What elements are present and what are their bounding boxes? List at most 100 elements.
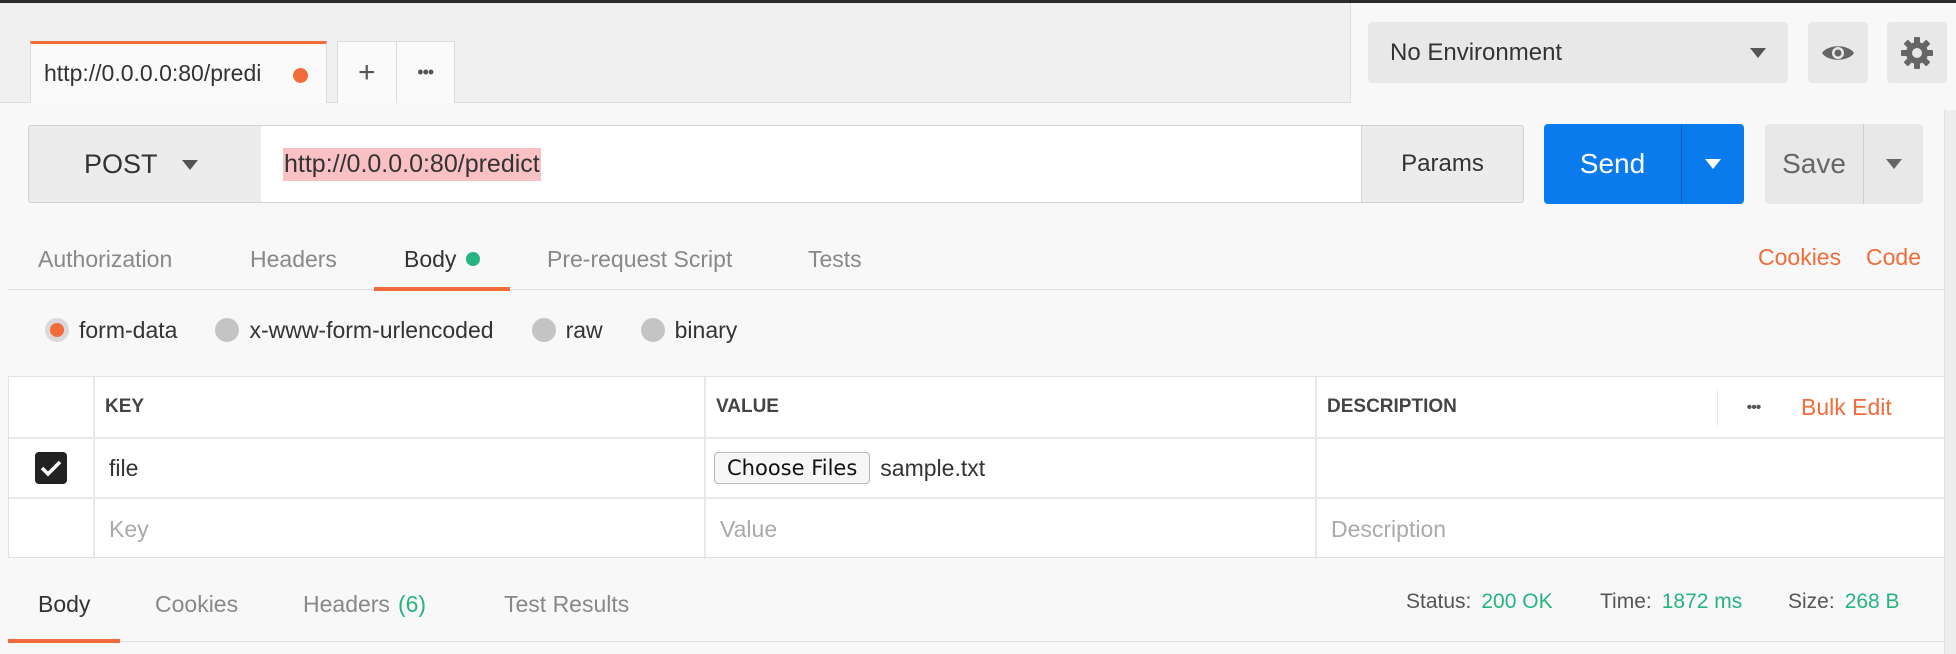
body-mode-radios: form-data x-www-form-urlencoded raw bina…: [45, 310, 775, 350]
bulk-edit-label: Bulk Edit: [1801, 393, 1892, 420]
active-tab-indicator: [8, 639, 121, 643]
size-value: 268 B: [1844, 590, 1900, 613]
tab-pre-request-script[interactable]: Pre-request Script: [547, 228, 732, 290]
row-enabled-checkbox[interactable]: [35, 452, 67, 484]
size-label: Size:: [1788, 590, 1835, 613]
tab-headers[interactable]: Headers: [250, 228, 337, 290]
chevron-down-icon: [1750, 48, 1766, 58]
request-tab-title: http://0.0.0.0:80/predi: [44, 60, 262, 86]
radio-circle: [531, 318, 556, 342]
chevron-down-icon: [182, 160, 198, 170]
send-button[interactable]: Send: [1544, 124, 1682, 204]
send-button-group: Send: [1544, 124, 1744, 204]
tab-label: Test Results: [504, 590, 630, 617]
params-button[interactable]: Params: [1361, 125, 1524, 203]
ellipsis-icon: •••: [1746, 399, 1762, 416]
key-cell[interactable]: file: [93, 439, 704, 497]
new-tab-button[interactable]: +: [338, 42, 397, 103]
row-checkbox-cell: [9, 499, 93, 559]
value-cell: Choose Files sample.txt: [704, 439, 1315, 497]
tab-label: Headers: [303, 590, 390, 617]
radio-circle: [45, 318, 69, 342]
key-input[interactable]: Key: [93, 499, 704, 559]
environment-select[interactable]: No Environment: [1368, 22, 1788, 83]
description-cell[interactable]: [1315, 439, 1947, 497]
row-checkbox-cell: [9, 439, 93, 497]
response-tab-body[interactable]: Body: [8, 566, 121, 643]
tab-body[interactable]: Body: [374, 228, 511, 291]
table-options-button[interactable]: •••: [1717, 390, 1789, 426]
environment-quick-look-button[interactable]: [1808, 22, 1868, 83]
radio-x-www-form-urlencoded[interactable]: x-www-form-urlencoded: [215, 316, 494, 344]
tab-label: Tests: [808, 245, 862, 272]
request-tab[interactable]: http://0.0.0.0:80/predi: [30, 41, 327, 103]
value-input[interactable]: Value: [704, 499, 1315, 559]
key-value: file: [109, 454, 139, 481]
tab-label: Pre-request Script: [547, 245, 733, 272]
response-size: Size: 268 B: [1788, 590, 1900, 614]
description-placeholder: Description: [1331, 515, 1447, 542]
bulk-edit-link[interactable]: Bulk Edit: [1789, 377, 1939, 437]
eye-icon: [1822, 45, 1854, 60]
save-options-button[interactable]: [1864, 124, 1923, 204]
headers-count-badge: (6): [397, 590, 427, 617]
status-label: Status:: [1406, 590, 1472, 613]
radio-binary[interactable]: binary: [640, 317, 737, 344]
tab-label: Headers: [250, 245, 337, 272]
selected-file-name: sample.txt: [880, 454, 986, 481]
tab-label: Body: [404, 245, 457, 272]
request-tabs: Authorization Headers Body Pre-request S…: [8, 228, 1948, 291]
table-header-row: KEY VALUE DESCRIPTION ••• Bulk Edit: [9, 377, 1945, 439]
choose-files-button[interactable]: Choose Files: [714, 452, 871, 484]
body-has-content-dot: [466, 252, 481, 266]
method-label: POST: [84, 148, 158, 179]
response-tab-headers[interactable]: Headers (6): [303, 566, 426, 642]
method-select[interactable]: POST: [28, 125, 262, 203]
checkbox-column-header: [9, 377, 93, 437]
response-status: Status: 200 OK: [1406, 590, 1553, 614]
radio-label: form-data: [79, 316, 178, 343]
key-column-header: KEY: [93, 377, 704, 437]
table-row: file Choose Files sample.txt: [9, 439, 1945, 499]
time-label: Time:: [1600, 590, 1652, 613]
chevron-down-icon: [1885, 159, 1902, 169]
tab-label: Body: [38, 590, 91, 617]
tab-tests[interactable]: Tests: [808, 228, 862, 290]
active-tab-indicator: [374, 287, 511, 291]
manage-environments-button[interactable]: [1887, 22, 1947, 83]
gear-icon: [1901, 36, 1933, 69]
status-value: 200 OK: [1481, 590, 1553, 613]
key-placeholder: Key: [109, 515, 149, 542]
radio-label: raw: [565, 316, 603, 343]
radio-raw[interactable]: raw: [531, 316, 603, 344]
environment-select-label: No Environment: [1390, 38, 1563, 66]
code-link[interactable]: Code: [1866, 244, 1921, 271]
tab-label: Cookies: [155, 590, 239, 617]
plus-icon: +: [357, 55, 376, 89]
url-text: http://0.0.0.0:80/predict: [283, 147, 541, 181]
description-input[interactable]: Description: [1315, 499, 1947, 559]
description-column-header: DESCRIPTION: [1315, 377, 1725, 437]
radio-form-data[interactable]: form-data: [45, 317, 177, 344]
scrollbar[interactable]: [1944, 110, 1956, 654]
send-options-button[interactable]: [1682, 124, 1744, 204]
value-column-header: VALUE: [704, 377, 1315, 437]
tab-label: Authorization: [38, 245, 173, 272]
save-button-group: Save: [1765, 124, 1923, 204]
response-tab-cookies[interactable]: Cookies: [155, 566, 238, 642]
response-time: Time: 1872 ms: [1600, 590, 1742, 614]
radio-circle: [215, 318, 240, 342]
url-input[interactable]: http://0.0.0.0:80/predict: [261, 125, 1362, 203]
params-label: Params: [1401, 150, 1484, 177]
response-tab-test-results[interactable]: Test Results: [504, 566, 629, 642]
checkmark-icon: [40, 460, 62, 477]
table-row-new: Key Value Description: [9, 499, 1945, 559]
cookies-link[interactable]: Cookies: [1758, 244, 1841, 271]
save-button[interactable]: Save: [1765, 124, 1864, 204]
radio-label: x-www-form-urlencoded: [249, 316, 494, 343]
tab-options-button[interactable]: •••: [397, 42, 455, 103]
tab-authorization[interactable]: Authorization: [38, 228, 172, 290]
form-data-table: KEY VALUE DESCRIPTION ••• Bulk Edit file…: [8, 376, 1946, 559]
value-placeholder: Value: [720, 515, 778, 542]
time-value: 1872 ms: [1661, 590, 1743, 613]
